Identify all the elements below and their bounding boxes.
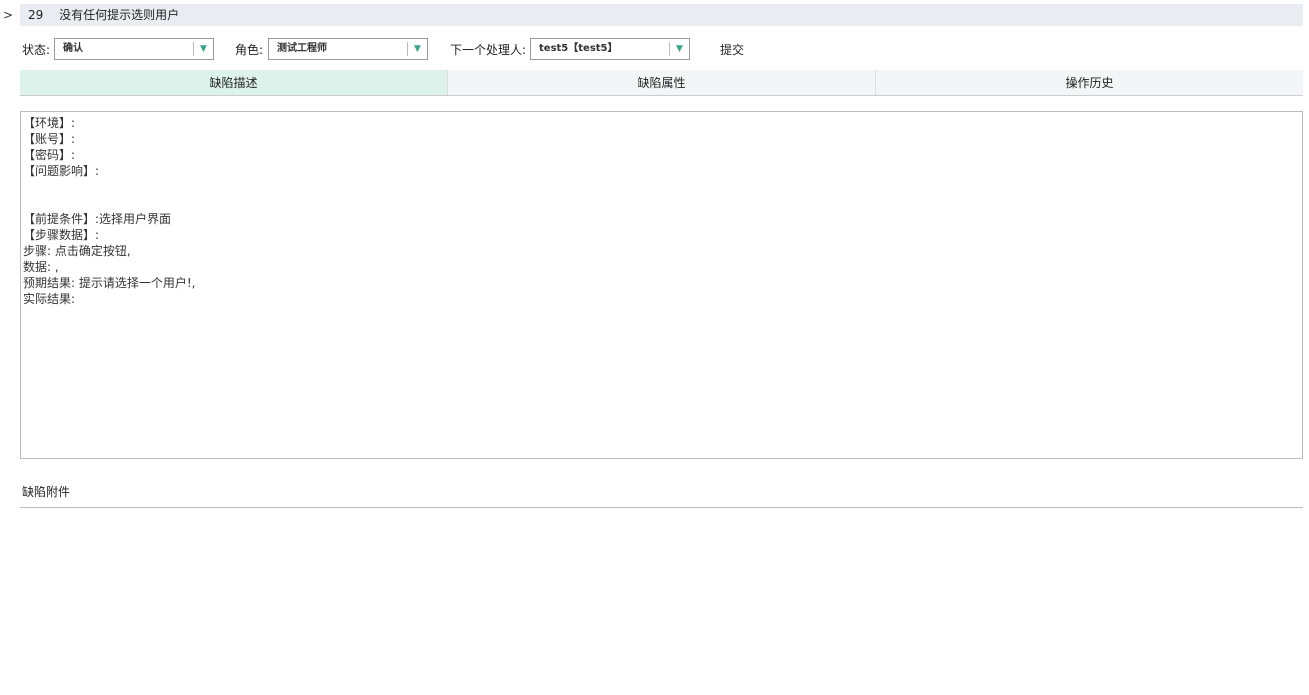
defect-title-bar: 29 没有任何提示选则用户 <box>20 4 1303 26</box>
description-textarea[interactable]: 【环境】: 【账号】: 【密码】: 【问题影响】: 【前提条件】:选择用户界面 … <box>20 111 1303 459</box>
expand-toggle[interactable]: > <box>3 8 13 22</box>
tab-attributes[interactable]: 缺陷属性 <box>447 70 875 95</box>
chevron-down-icon[interactable]: ▼ <box>407 42 427 56</box>
status-label: 状态: <box>22 43 51 57</box>
tab-bar: 缺陷描述 缺陷属性 操作历史 <box>20 70 1303 96</box>
role-select[interactable]: 测试工程师 ▼ <box>268 38 428 60</box>
chevron-down-icon[interactable]: ▼ <box>669 42 689 56</box>
role-value: 测试工程师 <box>277 43 327 54</box>
attachments-heading: 缺陷附件 <box>20 483 1303 508</box>
next-handler-select[interactable]: test5【test5】 ▼ <box>530 38 690 60</box>
role-label: 角色: <box>235 43 264 57</box>
defect-title: 没有任何提示选则用户 <box>59 8 180 22</box>
tab-description[interactable]: 缺陷描述 <box>20 70 447 95</box>
next-handler-label: 下一个处理人: <box>450 43 527 57</box>
tab-history[interactable]: 操作历史 <box>875 70 1303 95</box>
status-select[interactable]: 确认 ▼ <box>54 38 214 60</box>
workflow-row: 状态: 确认 ▼ 角色: 测试工程师 ▼ 下一个处理人: test5【test5… <box>20 38 1303 60</box>
next-handler-value: test5【test5】 <box>539 43 618 54</box>
defect-id: 29 <box>28 8 44 22</box>
submit-button[interactable]: 提交 <box>720 41 744 58</box>
chevron-down-icon[interactable]: ▼ <box>193 42 213 56</box>
status-value: 确认 <box>63 43 83 54</box>
